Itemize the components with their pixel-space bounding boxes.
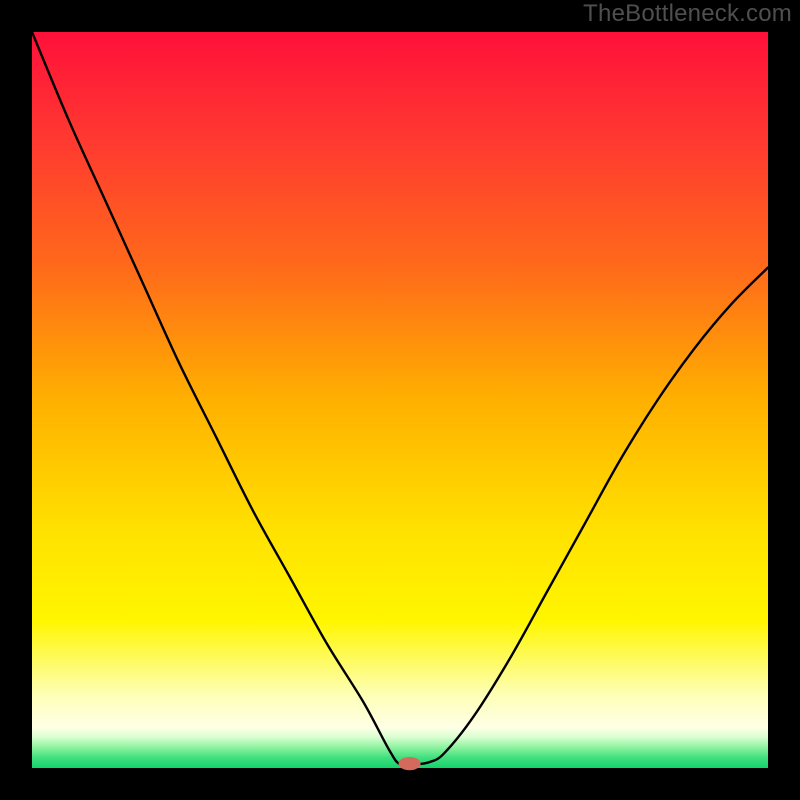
watermark-text: TheBottleneck.com xyxy=(583,0,792,28)
chart-frame: TheBottleneck.com xyxy=(0,0,800,800)
bottleneck-chart xyxy=(0,0,800,800)
optimal-point-marker xyxy=(399,757,421,770)
